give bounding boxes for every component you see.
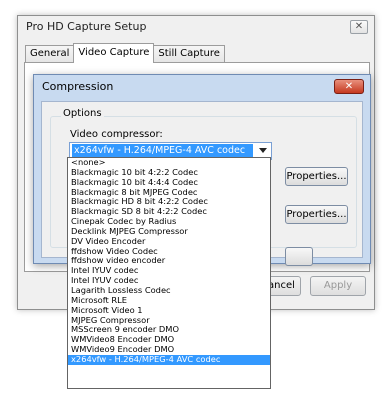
tab-bar: General Video Capture Still Capture (25, 43, 225, 63)
apply-button[interactable]: Apply (310, 276, 366, 296)
tab-general[interactable]: General (25, 45, 75, 63)
compressor-dropdown-list[interactable]: <none> Blackmagic 10 bit 4:2:2 Codec Bla… (67, 157, 271, 389)
selected-compressor-value: x264vfw - H.264/MPEG-4 AVC codec (72, 144, 253, 158)
list-item-selected[interactable]: x264vfw - H.264/MPEG-4 AVC codec (68, 354, 270, 365)
dialog-title: Compression (42, 80, 114, 93)
properties-button-2[interactable]: Properties... (285, 205, 348, 224)
chevron-down-icon[interactable] (259, 148, 267, 153)
options-group-label: Options (61, 108, 104, 119)
tab-video-capture[interactable]: Video Capture (73, 43, 155, 63)
video-compressor-label: Video compressor: (70, 129, 163, 140)
properties-button[interactable]: Properties... (285, 167, 348, 186)
window-close-button[interactable]: ✕ (350, 20, 368, 34)
dialog-button-partial[interactable] (285, 247, 313, 266)
tab-still-capture[interactable]: Still Capture (153, 45, 225, 63)
window-title: Pro HD Capture Setup (26, 20, 147, 33)
dialog-close-button[interactable]: ✕ (334, 79, 364, 94)
